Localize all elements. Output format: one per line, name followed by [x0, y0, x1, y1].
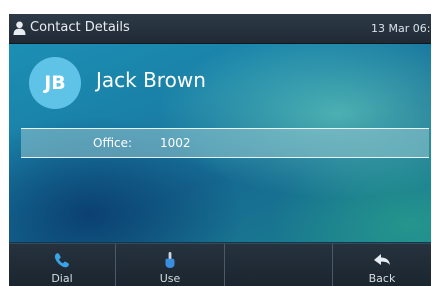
- hand-icon: [165, 252, 175, 268]
- empty-softkey[interactable]: [225, 244, 332, 286]
- contact-name: Jack Brown: [96, 68, 206, 92]
- contact-details-panel: JB Jack Brown Office: 1002: [9, 44, 431, 242]
- office-number: 1002: [160, 136, 191, 150]
- title-bar: Contact Details 13 Mar 06:0: [9, 14, 431, 44]
- back-softkey[interactable]: Back: [333, 244, 431, 286]
- use-softkey[interactable]: Use: [116, 244, 224, 286]
- dial-softkey[interactable]: Dial: [9, 244, 115, 286]
- back-label: Back: [368, 272, 396, 285]
- page-title: Contact Details: [30, 20, 130, 35]
- back-arrow-icon: [374, 254, 390, 265]
- phone-icon: [54, 253, 69, 268]
- softkey-bar: Dial Use Back: [9, 243, 431, 286]
- office-label: Office:: [93, 136, 133, 150]
- phone-screen: Contact Details 13 Mar 06:0 JB Jack Brow…: [9, 14, 431, 286]
- use-label: Use: [159, 272, 181, 285]
- person-icon: [13, 21, 26, 35]
- avatar: JB: [29, 57, 81, 109]
- dial-label: Dial: [51, 272, 73, 285]
- date-time: 13 Mar 06:0: [371, 22, 431, 35]
- office-number-row[interactable]: Office: 1002: [21, 128, 429, 158]
